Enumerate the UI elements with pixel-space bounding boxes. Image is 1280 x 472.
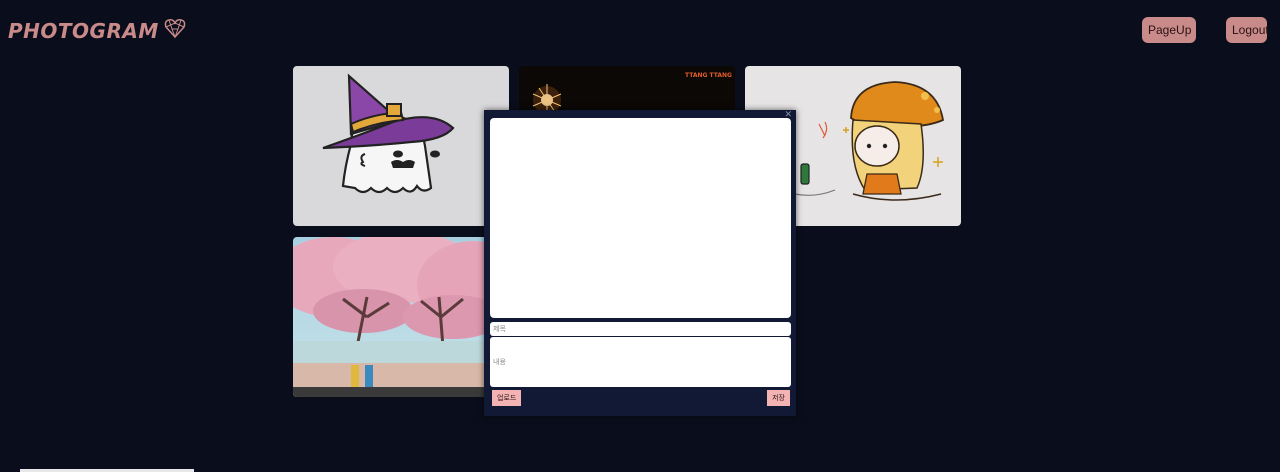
pageup-button[interactable]: PageUp (1142, 17, 1196, 43)
title-input[interactable] (490, 322, 791, 336)
upload-button[interactable]: 업로드 (492, 390, 522, 406)
logout-button[interactable]: Logout (1226, 17, 1269, 43)
gallery-item[interactable] (293, 66, 509, 226)
logo-text: PHOTOGRAM (8, 18, 159, 43)
save-button[interactable]: 저장 (767, 390, 790, 406)
cherry-blossom-image (293, 237, 509, 397)
image-caption: TTANG TTANG (685, 72, 732, 79)
heart-geometric-icon (163, 16, 187, 45)
gallery-item[interactable] (293, 237, 509, 397)
page: PHOTOGRAM PageUp Logout TTANG TTANG ✕ 제목… (0, 0, 1280, 472)
image-preview[interactable] (490, 118, 791, 318)
logo[interactable]: PHOTOGRAM (8, 16, 187, 45)
content-input[interactable] (490, 337, 791, 387)
upload-modal: ✕ 업로드 저장 (484, 109, 796, 416)
